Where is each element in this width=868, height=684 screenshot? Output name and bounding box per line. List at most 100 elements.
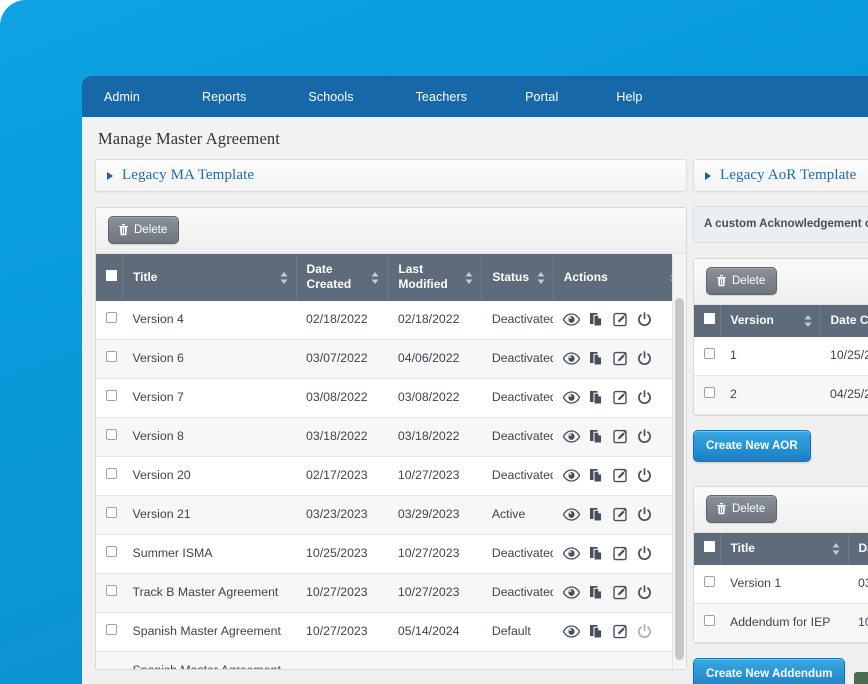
edit-icon[interactable] — [613, 390, 628, 405]
row-checkbox[interactable] — [106, 467, 117, 479]
eye-icon[interactable] — [563, 469, 581, 483]
nav-item-teachers[interactable]: Teachers — [416, 90, 468, 104]
row-checkbox[interactable] — [704, 348, 715, 360]
table-row[interactable]: 110/25/2023 — [694, 337, 868, 377]
row-checkbox[interactable] — [106, 584, 117, 596]
nav-item-schools[interactable]: Schools — [308, 90, 353, 104]
column-header-actions[interactable]: Actions — [553, 254, 686, 301]
edit-icon[interactable] — [613, 312, 628, 327]
table-row[interactable]: Version 7 03/08/2022 03/08/2022 Deactivated — [96, 378, 686, 418]
row-checkbox-cell[interactable] — [96, 456, 123, 496]
row-checkbox-cell[interactable] — [694, 603, 720, 644]
row-checkbox-cell[interactable] — [96, 301, 123, 340]
table-row[interactable]: Version 4 02/18/2022 02/18/2022 Deactivated — [96, 301, 686, 340]
eye-icon[interactable] — [563, 352, 581, 366]
row-checkbox[interactable] — [704, 615, 715, 627]
eye-icon[interactable] — [563, 625, 581, 639]
copy-icon[interactable] — [589, 390, 604, 405]
aor-column-header-date-created[interactable]: Date Created — [820, 305, 868, 338]
row-checkbox-cell[interactable] — [96, 573, 123, 613]
row-checkbox-cell[interactable] — [694, 337, 720, 377]
row-checkbox-cell[interactable] — [694, 375, 720, 416]
aor-delete-button[interactable]: Delete — [706, 267, 778, 296]
power-icon[interactable] — [637, 390, 652, 405]
row-checkbox[interactable] — [704, 387, 715, 399]
select-all-header[interactable] — [96, 254, 124, 301]
row-checkbox-cell[interactable] — [96, 495, 123, 535]
eye-icon[interactable] — [563, 586, 581, 600]
eye-icon[interactable] — [563, 313, 581, 327]
aor-select-all-header[interactable] — [694, 305, 721, 338]
eye-icon[interactable] — [563, 391, 581, 405]
power-icon[interactable] — [637, 429, 652, 444]
create-new-aor-button[interactable]: Create New AOR — [693, 430, 811, 463]
copy-icon[interactable] — [589, 624, 604, 639]
row-checkbox[interactable] — [106, 545, 117, 557]
ma-table-scrollbar-thumb[interactable] — [675, 298, 684, 660]
power-icon[interactable] — [637, 546, 652, 561]
edit-icon[interactable] — [613, 585, 628, 600]
edit-icon[interactable] — [613, 351, 628, 366]
nav-item-help[interactable]: Help — [616, 90, 642, 104]
addendum-select-all-checkbox[interactable] — [704, 541, 715, 553]
ma-table-scrollbar[interactable] — [672, 254, 686, 669]
create-new-addendum-button[interactable]: Create New Addendum — [693, 658, 846, 684]
aor-select-all-checkbox[interactable] — [704, 313, 715, 325]
table-row[interactable]: Version 103/2 — [694, 565, 868, 605]
copy-icon[interactable] — [589, 468, 604, 483]
aor-column-header-version[interactable]: Version — [720, 305, 821, 338]
row-checkbox[interactable] — [106, 389, 117, 401]
table-row[interactable]: Summer ISMA 10/25/2023 10/27/2023 Deactivat… — [96, 534, 686, 574]
table-row[interactable]: Track B Master Agreement 10/27/2023 10/27/… — [96, 573, 686, 613]
row-checkbox[interactable] — [106, 312, 117, 323]
nav-item-reports[interactable]: Reports — [202, 90, 246, 104]
legacy-ma-template-panel-header[interactable]: Legacy MA Template — [95, 159, 687, 192]
power-icon[interactable] — [637, 468, 652, 483]
nav-item-admin[interactable]: Admin — [104, 90, 140, 104]
table-row[interactable]: Version 21 03/23/2023 03/29/2023 Active — [96, 495, 686, 535]
row-checkbox-cell[interactable] — [96, 417, 123, 457]
select-all-checkbox[interactable] — [106, 269, 117, 281]
row-checkbox-cell[interactable] — [96, 651, 123, 669]
row-checkbox[interactable] — [106, 428, 117, 440]
addendum-column-header-title[interactable]: Title — [720, 533, 849, 566]
edit-icon[interactable] — [613, 546, 628, 561]
row-checkbox[interactable] — [704, 576, 715, 588]
table-row[interactable]: Version 8 03/18/2022 03/18/2022 Deactivated — [96, 417, 686, 457]
row-checkbox[interactable] — [106, 350, 117, 362]
power-icon[interactable] — [637, 507, 652, 522]
power-icon[interactable] — [637, 351, 652, 366]
row-checkbox[interactable] — [106, 623, 117, 635]
eye-icon[interactable] — [563, 430, 581, 444]
legacy-aor-template-panel-header[interactable]: Legacy AoR Template — [693, 159, 868, 192]
table-row[interactable]: Version 6 03/07/2022 04/06/2022 Deactivated — [96, 339, 686, 379]
nav-item-portal[interactable]: Portal — [525, 90, 558, 104]
eye-icon[interactable] — [563, 547, 581, 561]
row-checkbox-cell[interactable] — [96, 612, 123, 652]
table-row[interactable]: Version 20 02/17/2023 10/27/2023 Deactivate… — [96, 456, 686, 496]
row-checkbox-cell[interactable] — [96, 378, 123, 418]
copy-icon[interactable] — [589, 507, 604, 522]
edit-icon[interactable] — [613, 468, 628, 483]
row-checkbox-cell[interactable] — [694, 565, 720, 605]
delete-button[interactable]: Delete — [108, 216, 180, 244]
edit-icon[interactable] — [613, 624, 628, 639]
addendum-select-all-header[interactable] — [694, 533, 721, 566]
row-checkbox-cell[interactable] — [96, 339, 123, 379]
row-checkbox-cell[interactable] — [96, 534, 123, 574]
eye-icon[interactable] — [563, 508, 581, 522]
copy-icon[interactable] — [589, 351, 604, 366]
copy-icon[interactable] — [589, 546, 604, 561]
power-icon[interactable] — [637, 312, 652, 327]
edit-icon[interactable] — [613, 429, 628, 444]
edit-icon[interactable] — [613, 507, 628, 522]
power-icon[interactable] — [637, 585, 652, 600]
table-row[interactable]: Spanish Master Agreement 10/27/2023 05/14/… — [96, 612, 686, 652]
table-row[interactable]: 204/25/2024 — [694, 375, 868, 416]
copy-icon[interactable] — [589, 585, 604, 600]
addendum-delete-button[interactable]: Delete — [706, 495, 778, 524]
row-checkbox[interactable] — [106, 506, 117, 518]
copy-icon[interactable] — [589, 429, 604, 444]
table-row[interactable]: Addendum for IEP10/2 — [694, 603, 868, 644]
column-header-date-created[interactable]: Date Created — [296, 254, 389, 301]
